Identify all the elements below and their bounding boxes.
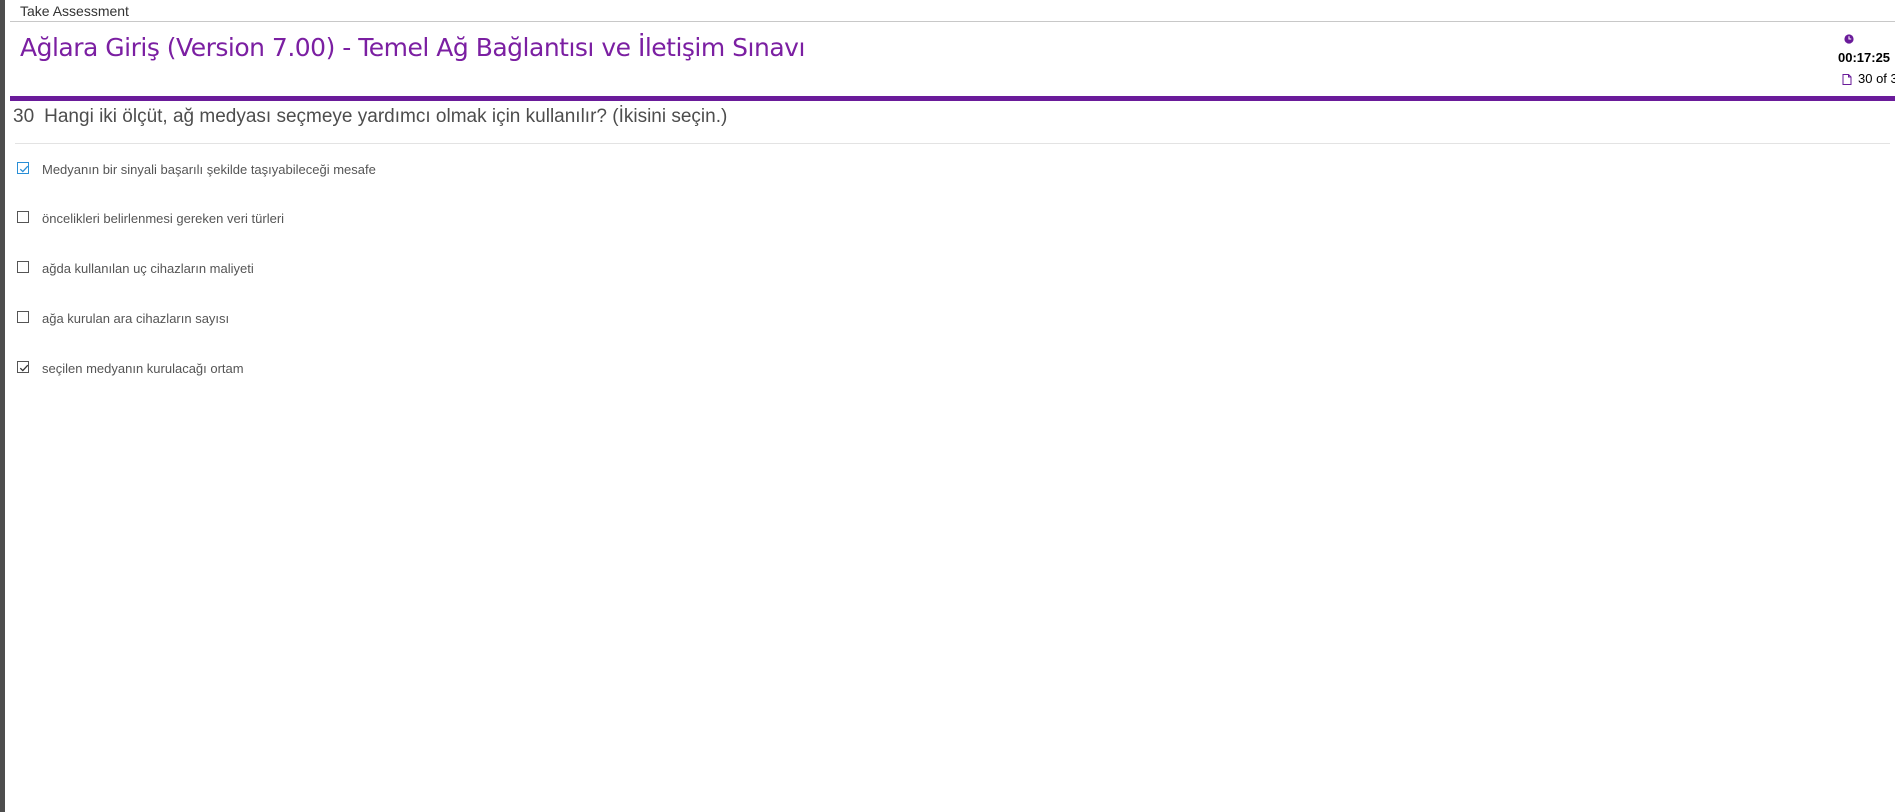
answer-option-3[interactable]: ağda kullanılan uç cihazların maliyeti bbox=[17, 259, 617, 279]
answer-option-4[interactable]: ağa kurulan ara cihazların sayısı bbox=[17, 309, 617, 329]
answer-checkbox-1[interactable] bbox=[17, 162, 29, 174]
answer-checkbox-3[interactable] bbox=[17, 261, 29, 273]
timer-display: 00:17:25 bbox=[1838, 50, 1891, 65]
answer-checkbox-2[interactable] bbox=[17, 211, 29, 223]
header-accent-bar bbox=[10, 96, 1895, 101]
answer-label-2: öncelikleri belirlenmesi gereken veri tü… bbox=[42, 211, 285, 226]
question-text: 30 Hangi iki ölçüt, ağ medyası seçmeye ya… bbox=[13, 106, 727, 128]
exam-title: Ağlara Giriş (Version 7.00) - Temel Ağ B… bbox=[20, 33, 805, 62]
checkmark-icon bbox=[19, 165, 29, 173]
clock-icon bbox=[1844, 34, 1854, 44]
question-progress: 30 of 3 bbox=[1858, 71, 1895, 86]
checkmark-icon bbox=[19, 364, 29, 372]
question-divider bbox=[15, 143, 1890, 144]
answer-option-5[interactable]: seçilen medyanın kurulacağı ortam bbox=[17, 359, 617, 379]
answer-checkbox-4[interactable] bbox=[17, 311, 29, 323]
question-prompt: Hangi iki ölçüt, ağ medyası seçmeye yard… bbox=[44, 106, 728, 127]
title-divider bbox=[10, 21, 1895, 22]
question-number: 30 bbox=[13, 106, 35, 127]
answer-label-1: Medyanın bir sinyali başarılı şekilde ta… bbox=[42, 162, 376, 177]
assessment-window: Take Assessment Ağlara Giriş (Version 7.… bbox=[0, 0, 1895, 812]
answer-label-3: ağda kullanılan uç cihazların maliyeti bbox=[42, 261, 254, 276]
window-title: Take Assessment bbox=[20, 3, 129, 19]
answer-label-5: seçilen medyanın kurulacağı ortam bbox=[42, 361, 244, 376]
answer-label-4: ağa kurulan ara cihazların sayısı bbox=[42, 311, 230, 326]
answer-checkbox-5[interactable] bbox=[17, 361, 29, 373]
page-icon bbox=[1842, 74, 1852, 85]
answer-option-2[interactable]: öncelikleri belirlenmesi gereken veri tü… bbox=[17, 209, 617, 229]
answer-option-1[interactable]: Medyanın bir sinyali başarılı şekilde ta… bbox=[17, 160, 617, 180]
